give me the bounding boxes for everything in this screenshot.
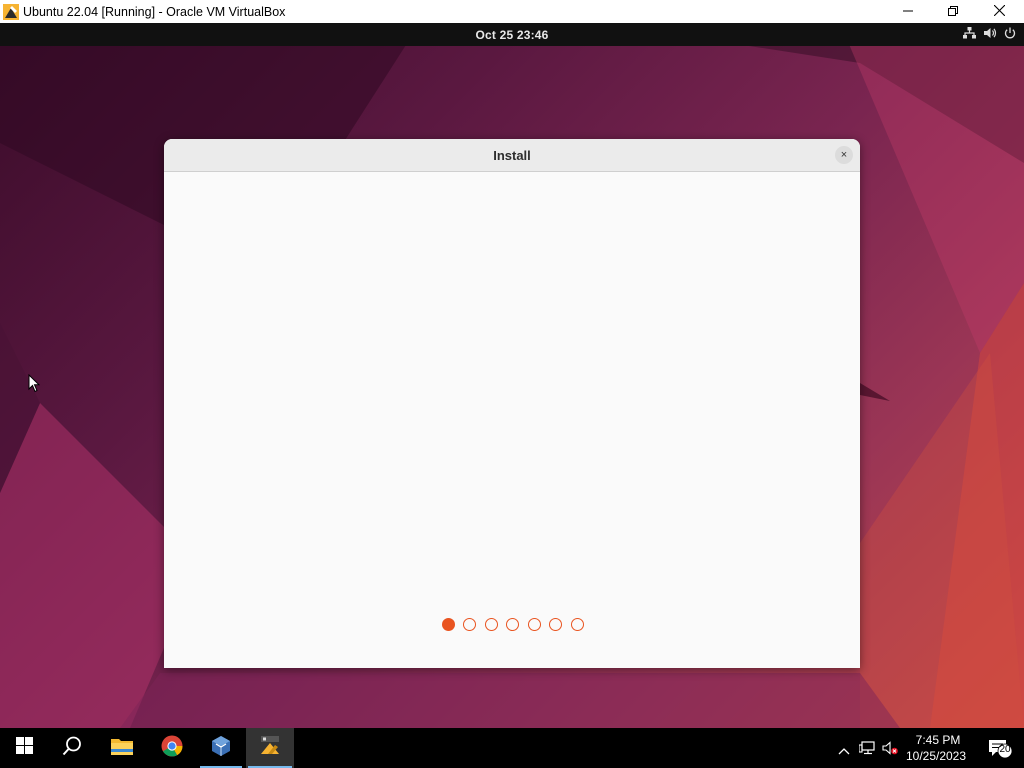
step-dot-6: [549, 618, 562, 631]
dialog-title: Install: [493, 147, 531, 163]
virtualbox-icon: [210, 735, 232, 762]
vm-screen[interactable]: Oct 25 23:46 Install ×: [0, 23, 1024, 728]
virtualbox-vm-button[interactable]: [246, 728, 294, 768]
windows-taskbar: 7:45 PM 10/25/2023 20: [0, 728, 1024, 768]
start-icon: [15, 737, 33, 759]
chevron-up-icon[interactable]: [838, 742, 850, 760]
chrome-button[interactable]: [148, 728, 196, 768]
notification-count: 20: [999, 744, 1011, 755]
step-dot-5: [527, 618, 541, 631]
file-explorer-icon: [111, 737, 133, 760]
step-dot-7: [570, 618, 584, 631]
dialog-close-button[interactable]: ×: [835, 146, 853, 164]
host-window-title: Ubuntu 22.04 [Running] - Oracle VM Virtu…: [23, 4, 286, 19]
system-tray: 7:45 PM 10/25/2023 20: [824, 728, 1024, 768]
action-center-button[interactable]: 20: [988, 739, 1014, 764]
search-button[interactable]: [48, 728, 96, 768]
mouse-cursor-icon: [28, 373, 41, 398]
chrome-icon: [161, 735, 183, 762]
close-icon: ×: [840, 149, 848, 161]
virtualbox-button[interactable]: [198, 728, 244, 768]
step-dot-3: [484, 618, 498, 631]
restore-button[interactable]: [930, 0, 976, 23]
window-close-button[interactable]: [976, 0, 1022, 23]
file-explorer-button[interactable]: [98, 728, 146, 768]
search-icon: [62, 736, 82, 761]
step-dot-1: [441, 618, 455, 631]
minimize-button[interactable]: [885, 0, 931, 23]
taskbar-time[interactable]: 7:45 PM: [908, 733, 968, 747]
virtualbox-vm-icon: [259, 735, 281, 761]
network-icon: [963, 26, 976, 44]
guest-system-menu[interactable]: [963, 23, 1016, 46]
close-icon: [993, 3, 1005, 21]
start-button[interactable]: [0, 728, 48, 768]
power-icon: [1004, 26, 1016, 44]
volume-muted-icon[interactable]: [882, 741, 898, 760]
taskbar-date[interactable]: 10/25/2023: [904, 749, 968, 763]
step-dot-2: [463, 618, 476, 631]
minimize-icon: [903, 3, 913, 21]
host-title-bar: Ubuntu 22.04 [Running] - Oracle VM Virtu…: [0, 0, 1024, 23]
step-indicator: [165, 618, 860, 631]
dialog-header: Install ×: [164, 139, 860, 172]
virtualbox-vm-app-icon: [3, 3, 19, 20]
volume-icon: [983, 26, 997, 44]
guest-clock[interactable]: Oct 25 23:46: [475, 28, 548, 42]
step-dot-4: [506, 618, 519, 631]
network-icon[interactable]: [858, 741, 875, 760]
install-dialog: Install ×: [164, 139, 860, 668]
gnome-top-bar: Oct 25 23:46: [0, 23, 1024, 46]
restore-icon: [948, 3, 958, 21]
